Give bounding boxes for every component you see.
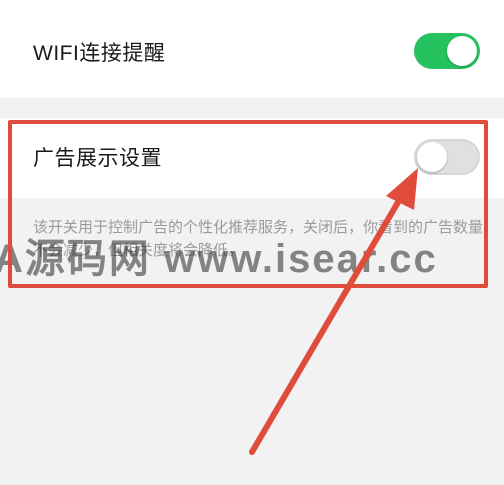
annotation-arrow-icon <box>249 168 418 455</box>
